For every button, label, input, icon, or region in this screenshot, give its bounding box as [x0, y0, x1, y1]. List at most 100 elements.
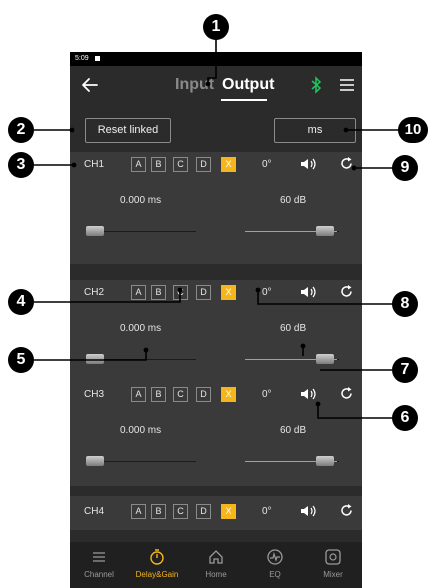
reset-icon[interactable]	[340, 387, 353, 400]
group-x-button[interactable]: X	[221, 387, 236, 402]
bluetooth-icon[interactable]	[310, 76, 322, 94]
channel-separator	[70, 264, 362, 280]
bottom-navigation: Channel Delay&Gain Home EQ Mixer	[70, 542, 362, 588]
home-icon	[209, 550, 223, 564]
group-a-button[interactable]: A	[131, 504, 146, 519]
reset-icon[interactable]	[340, 157, 353, 170]
callout-marker-6: 6	[392, 405, 418, 431]
gain-slider-track-end	[337, 359, 339, 360]
mixer-icon	[325, 549, 341, 565]
status-time: 5:09	[75, 55, 89, 62]
group-d-button[interactable]: D	[196, 285, 211, 300]
delay-slider-handle[interactable]	[86, 354, 104, 364]
group-a-button[interactable]: A	[131, 157, 146, 172]
unit-toggle-button[interactable]: ms	[274, 118, 356, 143]
gain-slider-handle[interactable]	[316, 456, 334, 466]
channel-panel-ch2: CH2 A B C D X 0° 0.000 ms 60 dB	[70, 280, 362, 392]
delay-value: 0.000 ms	[120, 323, 162, 334]
group-c-button[interactable]: C	[173, 387, 188, 402]
delay-slider-track[interactable]	[92, 461, 196, 462]
tab-input[interactable]: Input	[175, 76, 214, 94]
top-bar: Input Output	[70, 66, 362, 110]
delay-value: 0.000 ms	[120, 195, 162, 206]
callout-marker-7: 7	[392, 357, 418, 383]
delay-slider-track[interactable]	[92, 231, 196, 232]
channel-separator	[70, 486, 362, 496]
manual-figure: 5:09 Input Output Reset linked ms CH1 A …	[0, 0, 432, 588]
list-icon	[93, 552, 105, 562]
callout-marker-5: 5	[8, 347, 34, 373]
callout-marker-10: 10	[398, 117, 428, 143]
gain-value: 60 dB	[280, 195, 307, 206]
callout-marker-2: 2	[8, 117, 34, 143]
group-b-button[interactable]: B	[151, 285, 166, 300]
channel-label: CH2	[84, 287, 105, 298]
toolbar: Reset linked ms	[70, 110, 362, 150]
group-a-button[interactable]: A	[131, 387, 146, 402]
speaker-icon[interactable]	[300, 285, 318, 299]
channel-panel-ch4: CH4 A B C D X 0°	[70, 496, 362, 530]
gain-slider-handle[interactable]	[316, 226, 334, 236]
phase-value[interactable]: 0°	[262, 506, 272, 517]
nav-label: Delay&Gain	[135, 570, 179, 579]
timer-icon	[150, 549, 164, 565]
gain-slider-handle[interactable]	[316, 354, 334, 364]
tab-output[interactable]: Output	[222, 76, 274, 94]
gain-slider-track-end	[337, 461, 339, 462]
reset-icon[interactable]	[340, 285, 353, 298]
group-x-button[interactable]: X	[221, 285, 236, 300]
reset-linked-button[interactable]: Reset linked	[85, 118, 171, 143]
channel-panel-ch3: CH3 A B C D X 0° 0.000 ms 60 dB	[70, 382, 362, 486]
menu-icon[interactable]	[340, 79, 354, 91]
speaker-icon[interactable]	[300, 504, 318, 518]
nav-delay-gain[interactable]: Delay&Gain	[128, 542, 186, 588]
nav-eq[interactable]: EQ	[246, 542, 304, 588]
delay-slider-handle[interactable]	[86, 226, 104, 236]
eq-icon	[267, 549, 283, 565]
speaker-icon[interactable]	[300, 387, 318, 401]
group-b-button[interactable]: B	[151, 504, 166, 519]
group-d-button[interactable]: D	[196, 157, 211, 172]
gain-value: 60 dB	[280, 425, 307, 436]
delay-value: 0.000 ms	[120, 425, 162, 436]
active-tab-indicator	[221, 99, 267, 101]
notification-icon	[94, 55, 100, 61]
group-x-button[interactable]: X	[221, 504, 236, 519]
nav-label: EQ	[269, 570, 281, 579]
delay-slider-handle[interactable]	[86, 456, 104, 466]
callout-marker-4: 4	[8, 289, 34, 315]
phase-value[interactable]: 0°	[262, 159, 272, 170]
group-c-button[interactable]: C	[173, 157, 188, 172]
callout-marker-1: 1	[203, 14, 229, 40]
nav-label: Channel	[84, 570, 114, 579]
phase-value[interactable]: 0°	[262, 389, 272, 400]
group-a-button[interactable]: A	[131, 285, 146, 300]
channel-label: CH1	[84, 159, 105, 170]
channel-label: CH4	[84, 506, 105, 517]
group-c-button[interactable]: C	[173, 504, 188, 519]
phase-value[interactable]: 0°	[262, 287, 272, 298]
channel-panel-ch1: CH1 A B C D X 0° 0.000 ms 60 dB	[70, 152, 362, 264]
group-d-button[interactable]: D	[196, 387, 211, 402]
nav-mixer[interactable]: Mixer	[304, 542, 362, 588]
gain-value: 60 dB	[280, 323, 307, 334]
callout-marker-9: 9	[392, 155, 418, 181]
group-c-button[interactable]: C	[173, 285, 188, 300]
group-b-button[interactable]: B	[151, 157, 166, 172]
nav-channel[interactable]: Channel	[70, 542, 128, 588]
group-x-button[interactable]: X	[221, 157, 236, 172]
nav-home[interactable]: Home	[187, 542, 245, 588]
back-arrow-icon[interactable]	[80, 75, 100, 95]
status-bar: 5:09	[70, 52, 362, 66]
reset-icon[interactable]	[340, 504, 353, 517]
nav-label: Home	[205, 570, 227, 579]
group-d-button[interactable]: D	[196, 504, 211, 519]
channel-label: CH3	[84, 389, 105, 400]
nav-label: Mixer	[323, 570, 343, 579]
gain-slider-track-end	[337, 231, 339, 232]
group-b-button[interactable]: B	[151, 387, 166, 402]
delay-slider-track[interactable]	[92, 359, 196, 360]
phone-screen: 5:09 Input Output Reset linked ms CH1 A …	[70, 52, 362, 588]
speaker-icon[interactable]	[300, 157, 318, 171]
callout-marker-3: 3	[8, 152, 34, 178]
